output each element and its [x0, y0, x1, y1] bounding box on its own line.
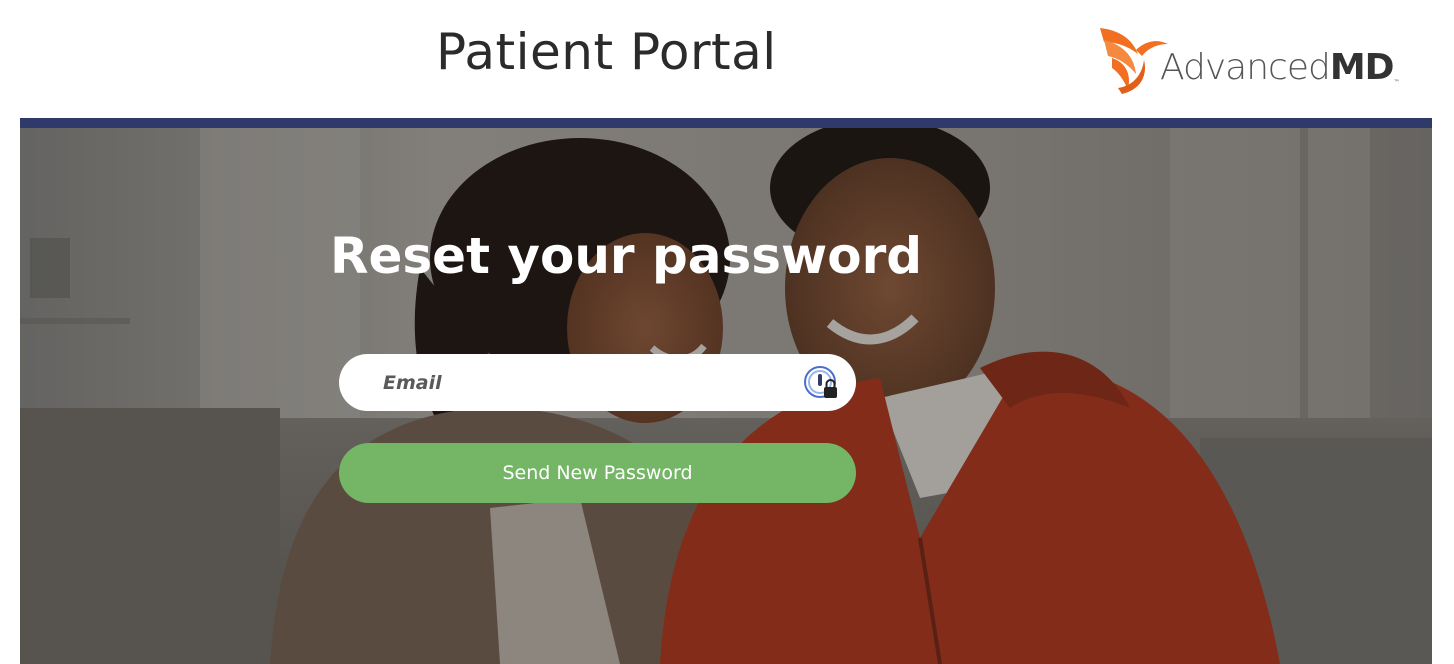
- logo-wordmark: AdvancedMD™: [1160, 47, 1400, 88]
- advancedmd-logo[interactable]: AdvancedMD™: [1098, 24, 1418, 94]
- page: Patient Portal AdvancedMD™ Reset your pa…: [0, 0, 1454, 664]
- email-input[interactable]: [383, 364, 783, 401]
- reset-password-heading: Reset your password: [330, 227, 923, 285]
- page-header: Patient Portal AdvancedMD™: [0, 0, 1454, 118]
- page-title: Patient Portal: [436, 23, 777, 81]
- password-manager-lock-icon[interactable]: [803, 365, 841, 403]
- hero-top-accent-bar: [20, 118, 1432, 128]
- email-field[interactable]: [339, 354, 856, 411]
- send-new-password-button[interactable]: Send New Password: [339, 443, 856, 503]
